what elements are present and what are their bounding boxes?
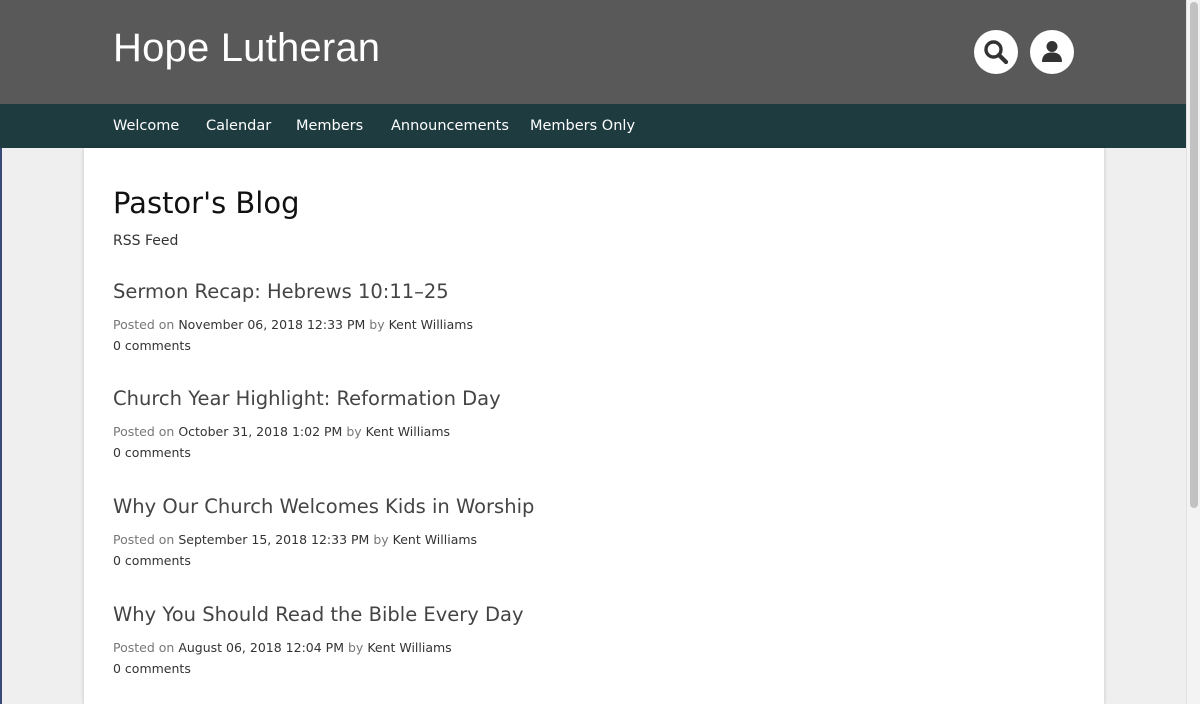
nav-item-members[interactable]: Members	[296, 104, 363, 148]
post-title-link[interactable]: Why Our Church Welcomes Kids in Worship	[113, 495, 1013, 518]
user-account-button[interactable]	[1030, 30, 1074, 74]
blog-post: Why Our Church Welcomes Kids in Worship …	[113, 495, 1013, 568]
nav-item-welcome[interactable]: Welcome	[113, 104, 179, 148]
posted-on-label: Posted on	[113, 317, 175, 332]
content-panel: Pastor's Blog RSS Feed Sermon Recap: Heb…	[84, 148, 1104, 704]
page-title: Pastor's Blog	[113, 186, 300, 220]
site-title[interactable]: Hope Lutheran	[113, 26, 380, 71]
post-comments-link[interactable]: 0 comments	[113, 338, 1013, 353]
post-author[interactable]: Kent Williams	[367, 640, 451, 655]
nav-item-announcements[interactable]: Announcements	[391, 104, 509, 148]
post-date: September 15, 2018 12:33 PM	[178, 532, 370, 547]
post-date: November 06, 2018 12:33 PM	[178, 317, 366, 332]
scrollbar-thumb[interactable]	[1190, 2, 1198, 508]
rss-feed-link[interactable]: RSS Feed	[113, 233, 178, 249]
post-author[interactable]: Kent Williams	[389, 317, 473, 332]
nav-item-calendar[interactable]: Calendar	[206, 104, 271, 148]
search-button[interactable]	[974, 30, 1018, 74]
nav-item-members-only[interactable]: Members Only	[530, 104, 635, 148]
post-title-link[interactable]: Why You Should Read the Bible Every Day	[113, 603, 1013, 626]
by-label: by	[373, 532, 389, 547]
post-title-link[interactable]: Sermon Recap: Hebrews 10:11–25	[113, 280, 1013, 303]
by-label: by	[346, 424, 362, 439]
by-label: by	[347, 640, 364, 655]
post-meta: Posted on November 06, 2018 12:33 PM by …	[113, 317, 1013, 332]
by-label: by	[369, 317, 385, 332]
user-icon	[1042, 41, 1062, 62]
blog-post: Church Year Highlight: Reformation Day P…	[113, 387, 1013, 460]
post-meta: Posted on October 31, 2018 1:02 PM by Ke…	[113, 424, 1013, 439]
post-date: October 31, 2018 1:02 PM	[178, 424, 343, 439]
posted-on-label: Posted on	[113, 640, 175, 655]
post-author[interactable]: Kent Williams	[366, 424, 450, 439]
main-nav: Welcome Calendar Members Announcements M…	[0, 104, 1186, 148]
site-header: Hope Lutheran	[0, 0, 1186, 104]
search-icon	[984, 40, 1009, 65]
post-author[interactable]: Kent Williams	[393, 532, 477, 547]
post-comments-link[interactable]: 0 comments	[113, 553, 1013, 568]
post-title-link[interactable]: Church Year Highlight: Reformation Day	[113, 387, 1013, 410]
page-scrollbar[interactable]	[1186, 0, 1200, 704]
post-date: August 06, 2018 12:04 PM	[178, 640, 344, 655]
blog-post: Sermon Recap: Hebrews 10:11–25 Posted on…	[113, 280, 1013, 353]
blog-post: Why You Should Read the Bible Every Day …	[113, 603, 1013, 676]
post-meta: Posted on September 15, 2018 12:33 PM by…	[113, 532, 1013, 547]
post-comments-link[interactable]: 0 comments	[113, 445, 1013, 460]
post-meta: Posted on August 06, 2018 12:04 PM by Ke…	[113, 640, 1013, 655]
post-comments-link[interactable]: 0 comments	[113, 661, 1013, 676]
posted-on-label: Posted on	[113, 424, 175, 439]
posted-on-label: Posted on	[113, 532, 175, 547]
